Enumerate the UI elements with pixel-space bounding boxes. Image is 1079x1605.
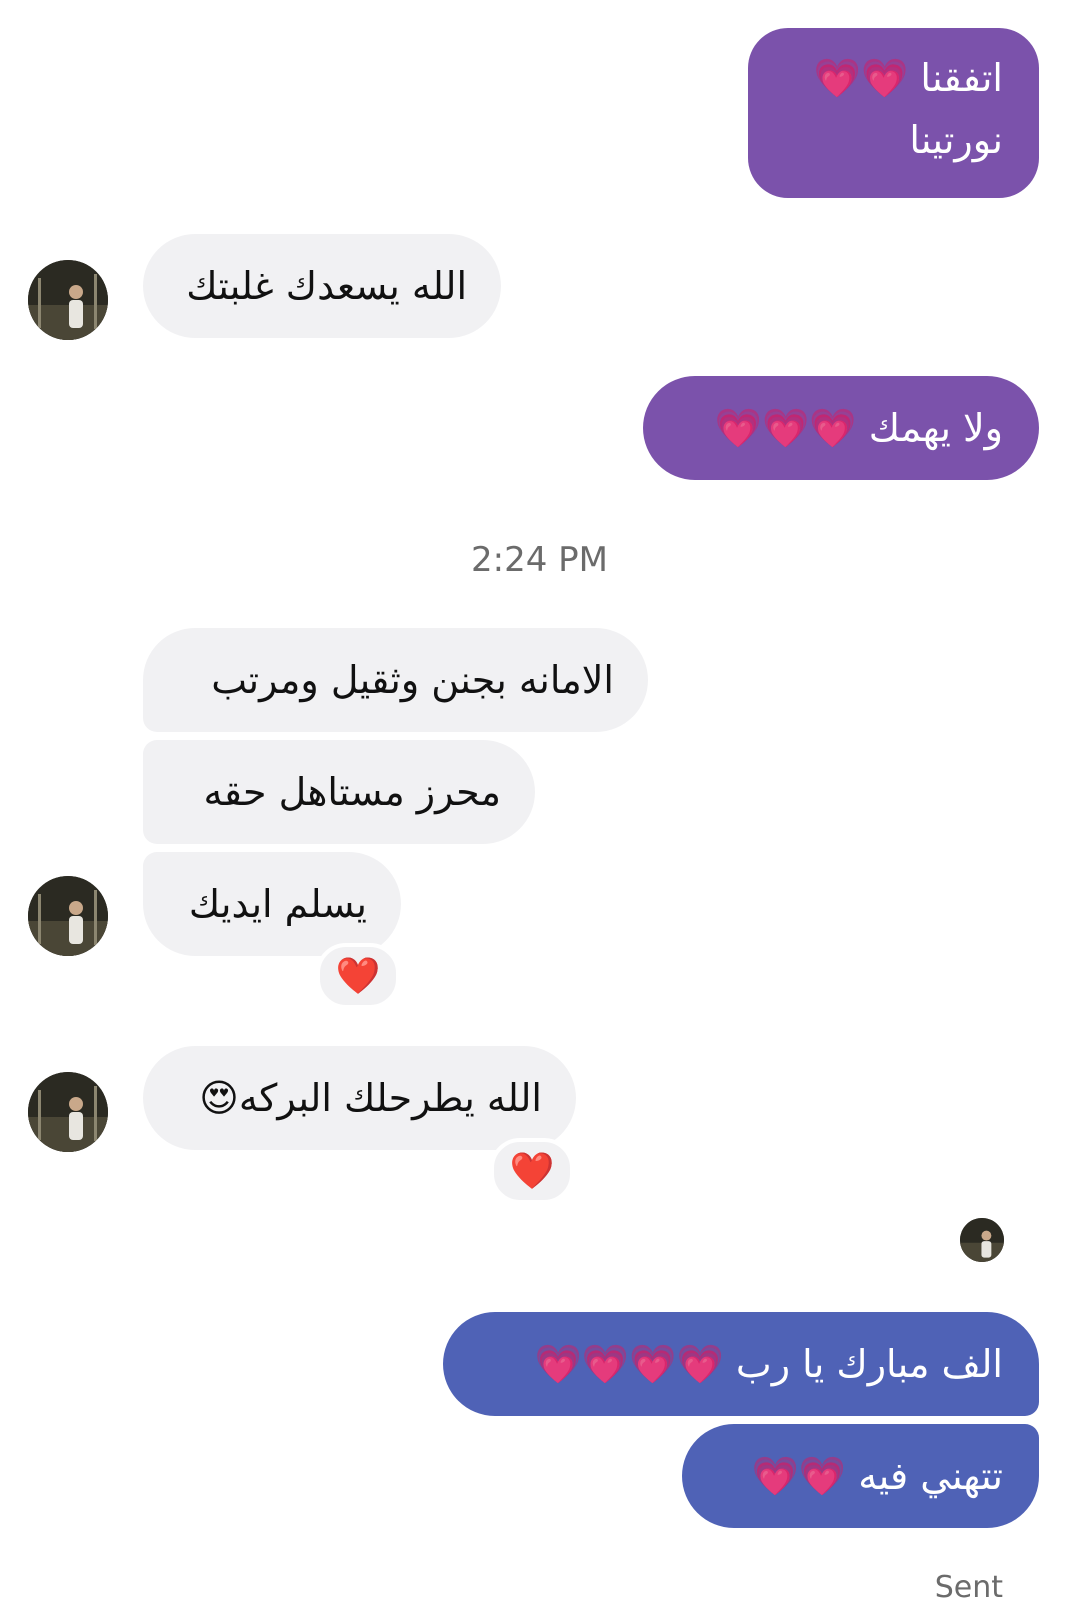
person-photo-icon [960,1218,1004,1262]
heart-reaction[interactable]: ❤️ [490,1138,574,1204]
message-text: الامانه بجنن وثقيل ومرتب [211,658,614,702]
incoming-message-bubble[interactable]: الله يسعدك غلبتك [143,234,501,338]
red-heart-icon: ❤️ [509,1151,555,1192]
outgoing-message-bubble[interactable]: تتهني فيه 💗💗 [682,1424,1039,1528]
message-text: اتفقنا 💗💗 [813,56,1003,100]
message-text: محرز مستاهل حقه [203,770,501,814]
red-heart-icon: ❤️ [335,956,381,997]
message-text: نورتينا [909,118,1003,162]
person-photo-icon [28,260,108,340]
message-text: يسلم ايديك [188,882,367,926]
person-photo-icon [28,1072,108,1152]
message-text: ولا يهمك 💗💗💗 [714,406,1003,450]
message-text: تتهني فيه 💗💗 [751,1454,1004,1498]
message-timestamp: 2:24 PM [471,540,608,580]
heart-reaction[interactable]: ❤️ [316,943,400,1009]
message-text: الله يسعدك غلبتك [186,264,467,308]
outgoing-message-bubble[interactable]: ولا يهمك 💗💗💗 [643,376,1039,480]
message-text: الف مبارك يا رب 💗💗💗💗 [534,1342,1003,1386]
incoming-message-bubble[interactable]: الامانه بجنن وثقيل ومرتب [143,628,648,732]
person-photo-icon [28,876,108,956]
incoming-message-bubble[interactable]: يسلم ايديك [143,852,401,956]
outgoing-message-bubble[interactable]: الف مبارك يا رب 💗💗💗💗 [443,1312,1039,1416]
contact-avatar[interactable] [28,260,108,340]
seen-by-avatar [960,1218,1004,1262]
message-text: الله يطرحلك البركه😍 [199,1076,542,1120]
contact-avatar[interactable] [28,876,108,956]
outgoing-message-bubble[interactable]: اتفقنا 💗💗 نورتينا [748,28,1039,198]
incoming-message-bubble[interactable]: محرز مستاهل حقه [143,740,535,844]
incoming-message-bubble[interactable]: الله يطرحلك البركه😍 [143,1046,576,1150]
contact-avatar[interactable] [28,1072,108,1152]
